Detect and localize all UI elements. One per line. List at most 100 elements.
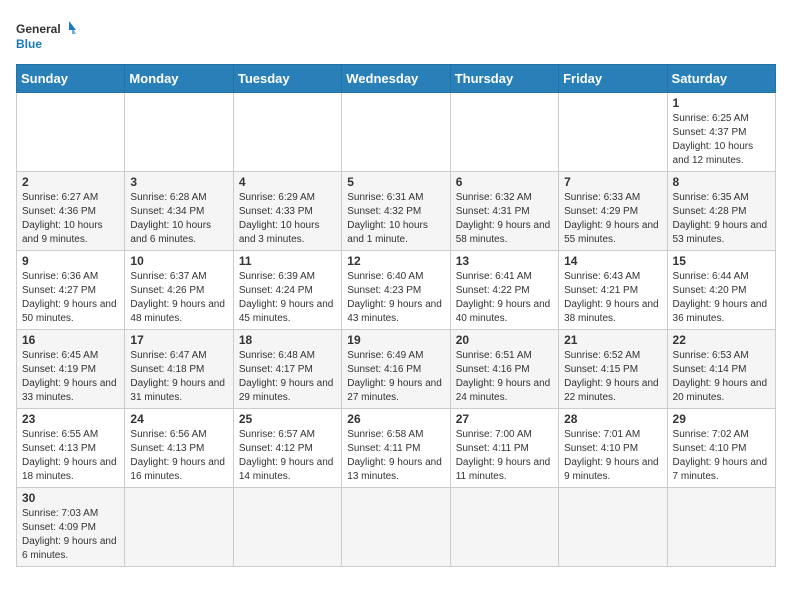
weekday-header-thursday: Thursday xyxy=(450,65,558,93)
day-info: Sunrise: 6:53 AM Sunset: 4:14 PM Dayligh… xyxy=(673,349,770,405)
weekday-header-monday: Monday xyxy=(125,65,233,93)
day-cell: 24 Sunrise: 6:56 AM Sunset: 4:13 PM Dayli… xyxy=(125,409,233,488)
day-cell xyxy=(125,93,233,172)
day-cell: 17Sunrise: 6:47 AM Sunset: 4:18 PM Dayli… xyxy=(125,330,233,409)
svg-text:Blue: Blue xyxy=(16,37,42,51)
day-cell: 19 Sunrise: 6:49 AM Sunset: 4:16 PM Dayli… xyxy=(342,330,450,409)
day-cell: 29Sunrise: 7:02 AM Sunset: 4:10 PM Dayli… xyxy=(667,409,775,488)
day-cell: 5Sunrise: 6:31 AM Sunset: 4:32 PM Daylig… xyxy=(342,172,450,251)
day-cell: 4Sunrise: 6:29 AM Sunset: 4:33 PM Daylig… xyxy=(233,172,341,251)
svg-text:General: General xyxy=(16,22,61,36)
day-cell xyxy=(342,488,450,567)
day-cell xyxy=(667,488,775,567)
day-info: Sunrise: 6:41 AM Sunset: 4:22 PM Dayligh… xyxy=(456,270,553,326)
day-number: 16 xyxy=(22,333,119,347)
day-cell: 10 Sunrise: 6:37 AM Sunset: 4:26 PM Dayli… xyxy=(125,251,233,330)
day-info: Sunrise: 6:33 AM Sunset: 4:29 PM Dayligh… xyxy=(564,191,661,247)
day-number: 11 xyxy=(239,254,336,268)
day-info: Sunrise: 7:01 AM Sunset: 4:10 PM Dayligh… xyxy=(564,428,661,484)
day-info: Sunrise: 6:45 AM Sunset: 4:19 PM Dayligh… xyxy=(22,349,119,405)
day-cell: 28 Sunrise: 7:01 AM Sunset: 4:10 PM Dayli… xyxy=(559,409,667,488)
week-row-2: 2 Sunrise: 6:27 AM Sunset: 4:36 PM Daylig… xyxy=(17,172,776,251)
day-cell xyxy=(233,93,341,172)
week-row-5: 23 Sunrise: 6:55 AM Sunset: 4:13 PM Dayli… xyxy=(17,409,776,488)
day-cell: 9Sunrise: 6:36 AM Sunset: 4:27 PM Daylig… xyxy=(17,251,125,330)
day-cell: 26 Sunrise: 6:58 AM Sunset: 4:11 PM Dayli… xyxy=(342,409,450,488)
day-cell: 8 Sunrise: 6:35 AM Sunset: 4:28 PM Daylig… xyxy=(667,172,775,251)
day-cell: 7Sunrise: 6:33 AM Sunset: 4:29 PM Daylig… xyxy=(559,172,667,251)
day-number: 15 xyxy=(673,254,770,268)
day-cell: 22 Sunrise: 6:53 AM Sunset: 4:14 PM Dayli… xyxy=(667,330,775,409)
day-number: 21 xyxy=(564,333,661,347)
day-info: Sunrise: 6:32 AM Sunset: 4:31 PM Dayligh… xyxy=(456,191,553,247)
day-number: 18 xyxy=(239,333,336,347)
day-info: Sunrise: 6:25 AM Sunset: 4:37 PM Dayligh… xyxy=(673,112,770,168)
day-cell xyxy=(125,488,233,567)
day-info: Sunrise: 7:03 AM Sunset: 4:09 PM Dayligh… xyxy=(22,507,119,563)
day-cell: 2 Sunrise: 6:27 AM Sunset: 4:36 PM Daylig… xyxy=(17,172,125,251)
day-number: 28 xyxy=(564,412,661,426)
day-number: 25 xyxy=(239,412,336,426)
day-cell xyxy=(559,93,667,172)
day-cell xyxy=(450,93,558,172)
day-number: 22 xyxy=(673,333,770,347)
day-number: 3 xyxy=(130,175,227,189)
day-cell xyxy=(233,488,341,567)
day-number: 17 xyxy=(130,333,227,347)
day-cell: 25 Sunrise: 6:57 AM Sunset: 4:12 PM Dayli… xyxy=(233,409,341,488)
day-number: 12 xyxy=(347,254,444,268)
day-number: 1 xyxy=(673,96,770,110)
day-cell: 27Sunrise: 7:00 AM Sunset: 4:11 PM Dayli… xyxy=(450,409,558,488)
day-number: 8 xyxy=(673,175,770,189)
day-info: Sunrise: 6:40 AM Sunset: 4:23 PM Dayligh… xyxy=(347,270,444,326)
day-cell: 6 Sunrise: 6:32 AM Sunset: 4:31 PM Daylig… xyxy=(450,172,558,251)
day-info: Sunrise: 6:43 AM Sunset: 4:21 PM Dayligh… xyxy=(564,270,661,326)
day-number: 30 xyxy=(22,491,119,505)
week-row-1: 1 Sunrise: 6:25 AM Sunset: 4:37 PM Daylig… xyxy=(17,93,776,172)
day-info: Sunrise: 6:44 AM Sunset: 4:20 PM Dayligh… xyxy=(673,270,770,326)
day-info: Sunrise: 6:27 AM Sunset: 4:36 PM Dayligh… xyxy=(22,191,119,247)
day-info: Sunrise: 6:58 AM Sunset: 4:11 PM Dayligh… xyxy=(347,428,444,484)
day-cell: 30 Sunrise: 7:03 AM Sunset: 4:09 PM Dayli… xyxy=(17,488,125,567)
day-number: 19 xyxy=(347,333,444,347)
day-number: 2 xyxy=(22,175,119,189)
day-number: 27 xyxy=(456,412,553,426)
day-cell: 18Sunrise: 6:48 AM Sunset: 4:17 PM Dayli… xyxy=(233,330,341,409)
day-info: Sunrise: 6:49 AM Sunset: 4:16 PM Dayligh… xyxy=(347,349,444,405)
day-number: 26 xyxy=(347,412,444,426)
day-info: Sunrise: 6:37 AM Sunset: 4:26 PM Dayligh… xyxy=(130,270,227,326)
day-info: Sunrise: 6:56 AM Sunset: 4:13 PM Dayligh… xyxy=(130,428,227,484)
day-info: Sunrise: 6:28 AM Sunset: 4:34 PM Dayligh… xyxy=(130,191,227,247)
day-number: 4 xyxy=(239,175,336,189)
day-info: Sunrise: 6:36 AM Sunset: 4:27 PM Dayligh… xyxy=(22,270,119,326)
calendar-table: SundayMondayTuesdayWednesdayThursdayFrid… xyxy=(16,64,776,567)
day-info: Sunrise: 6:31 AM Sunset: 4:32 PM Dayligh… xyxy=(347,191,444,247)
day-cell: 15 Sunrise: 6:44 AM Sunset: 4:20 PM Dayli… xyxy=(667,251,775,330)
weekday-header-tuesday: Tuesday xyxy=(233,65,341,93)
weekday-header-wednesday: Wednesday xyxy=(342,65,450,93)
week-row-6: 30 Sunrise: 7:03 AM Sunset: 4:09 PM Dayli… xyxy=(17,488,776,567)
day-cell xyxy=(559,488,667,567)
day-cell: 14Sunrise: 6:43 AM Sunset: 4:21 PM Dayli… xyxy=(559,251,667,330)
day-cell: 3 Sunrise: 6:28 AM Sunset: 4:34 PM Daylig… xyxy=(125,172,233,251)
day-info: Sunrise: 6:52 AM Sunset: 4:15 PM Dayligh… xyxy=(564,349,661,405)
day-cell: 21 Sunrise: 6:52 AM Sunset: 4:15 PM Dayli… xyxy=(559,330,667,409)
day-cell: 12 Sunrise: 6:40 AM Sunset: 4:23 PM Dayli… xyxy=(342,251,450,330)
day-number: 24 xyxy=(130,412,227,426)
day-number: 10 xyxy=(130,254,227,268)
day-cell xyxy=(17,93,125,172)
page-header: General Blue xyxy=(16,16,776,56)
day-info: Sunrise: 6:57 AM Sunset: 4:12 PM Dayligh… xyxy=(239,428,336,484)
day-info: Sunrise: 6:35 AM Sunset: 4:28 PM Dayligh… xyxy=(673,191,770,247)
day-info: Sunrise: 6:55 AM Sunset: 4:13 PM Dayligh… xyxy=(22,428,119,484)
day-cell: 16 Sunrise: 6:45 AM Sunset: 4:19 PM Dayli… xyxy=(17,330,125,409)
logo: General Blue xyxy=(16,16,76,56)
logo-svg: General Blue xyxy=(16,16,76,56)
day-cell xyxy=(342,93,450,172)
day-number: 6 xyxy=(456,175,553,189)
day-number: 23 xyxy=(22,412,119,426)
day-info: Sunrise: 6:51 AM Sunset: 4:16 PM Dayligh… xyxy=(456,349,553,405)
day-cell: 23 Sunrise: 6:55 AM Sunset: 4:13 PM Dayli… xyxy=(17,409,125,488)
day-cell: 20Sunrise: 6:51 AM Sunset: 4:16 PM Dayli… xyxy=(450,330,558,409)
day-info: Sunrise: 7:02 AM Sunset: 4:10 PM Dayligh… xyxy=(673,428,770,484)
